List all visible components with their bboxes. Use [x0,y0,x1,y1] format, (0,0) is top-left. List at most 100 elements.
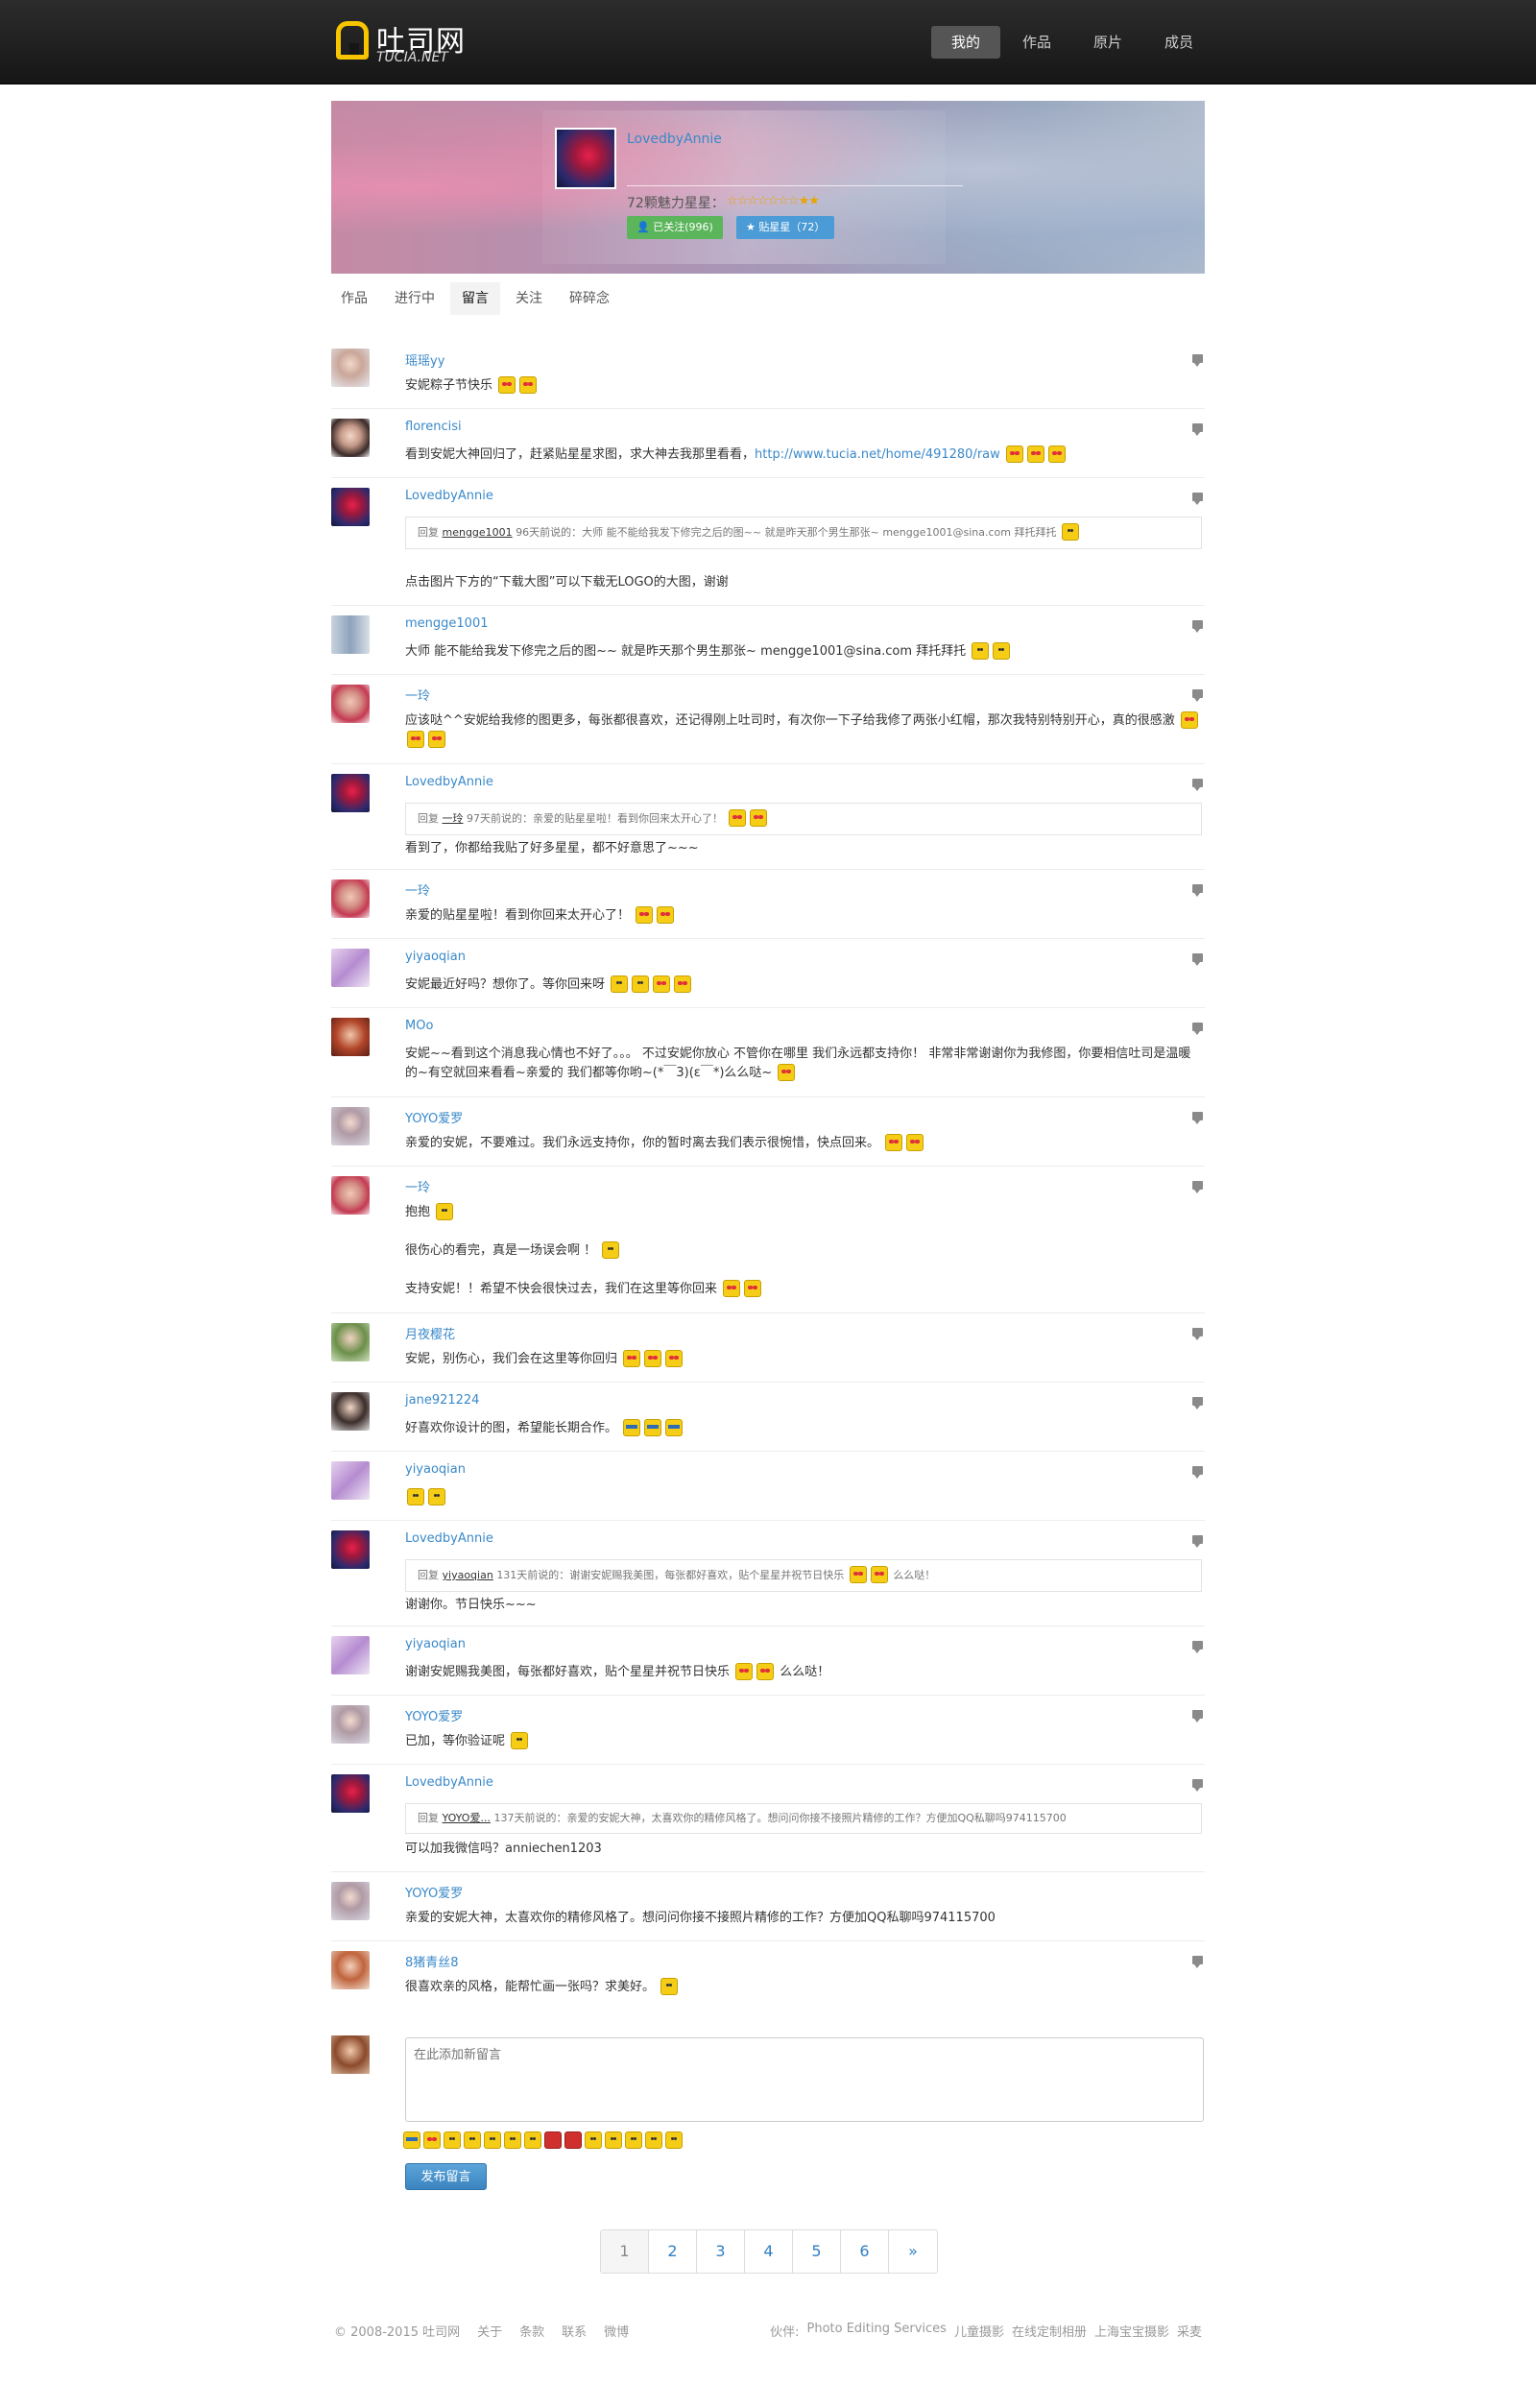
profile-name[interactable]: LovedbyAnnie [627,132,722,147]
footer-link-terms[interactable]: 条款 [519,2322,544,2340]
comment-author[interactable]: LovedbyAnnie [405,775,493,789]
partner-link[interactable]: 采麦 [1177,2322,1202,2340]
comment-author[interactable]: 瑶瑶yy [405,350,444,369]
partner-link[interactable]: 上海宝宝摄影 [1094,2322,1169,2340]
avatar[interactable] [331,488,370,526]
hug-emoji-icon[interactable] [524,2131,541,2149]
comment-author[interactable]: LovedbyAnnie [405,489,493,503]
reply-icon[interactable] [1192,953,1203,966]
avatar[interactable] [331,1530,370,1569]
cool-emoji-icon[interactable] [403,2131,420,2149]
avatar[interactable] [331,685,370,723]
reply-icon[interactable] [1192,689,1203,702]
reply-icon[interactable] [1192,779,1203,791]
next-page-button[interactable]: » [889,2230,937,2273]
avatar[interactable] [331,1392,370,1431]
reply-icon[interactable] [1192,884,1203,897]
reply-icon[interactable] [1192,1535,1203,1548]
comment-author[interactable]: LovedbyAnnie [405,1775,493,1790]
partner-link[interactable]: 儿童摄影 [954,2322,1004,2340]
partner-link[interactable]: Photo Editing Services [806,2322,946,2340]
reply-icon[interactable] [1192,423,1203,436]
avatar[interactable] [331,774,370,812]
reply-icon[interactable] [1192,1641,1203,1653]
comment-author[interactable]: jane921224 [405,1393,479,1408]
quote-user-link[interactable]: yiyaoqian [443,1569,493,1581]
comment-author[interactable]: 月夜樱花 [405,1324,455,1342]
avatar[interactable] [331,1636,370,1674]
comment-author[interactable]: MOo [405,1019,433,1033]
broken-heart-icon[interactable] [564,2131,582,2149]
avatar[interactable] [331,949,370,987]
footer-link-contact[interactable]: 联系 [562,2322,587,2340]
nav-item-mine[interactable]: 我的 [931,26,1000,59]
comment-author[interactable]: 一玲 [405,1177,430,1195]
avatar[interactable] [331,1951,370,1989]
tab-murmurs[interactable]: 碎碎念 [558,282,621,315]
comment-author[interactable]: yiyaoqian [405,1462,466,1477]
avatar[interactable] [331,615,370,654]
tab-following[interactable]: 关注 [504,282,554,315]
nav-item-works[interactable]: 作品 [1002,26,1071,59]
give-star-button[interactable]: ★ 贴星星（72） [736,216,835,239]
avatar[interactable] [331,879,370,918]
shock-emoji-icon[interactable] [444,2131,461,2149]
angry-emoji-icon[interactable] [585,2131,602,2149]
quote-user-link[interactable]: 一玲 [443,812,464,825]
tab-works[interactable]: 作品 [331,282,379,315]
quote-user-link[interactable]: YOYO爱... [443,1812,491,1824]
comment-author[interactable]: yiyaoqian [405,1637,466,1651]
avatar[interactable] [331,1018,370,1056]
avatar[interactable] [331,1323,370,1361]
submit-message-button[interactable]: 发布留言 [405,2163,487,2190]
avatar[interactable] [331,1882,370,1920]
love-emoji-icon[interactable] [423,2131,441,2149]
nav-item-originals[interactable]: 原片 [1073,26,1142,59]
grin-emoji-icon[interactable] [645,2131,662,2149]
footer-link-about[interactable]: 关于 [477,2322,502,2340]
site-logo[interactable]: 吐司网 TUCIA.NET [336,17,480,67]
comment-author[interactable]: mengge1001 [405,616,489,631]
quote-user-link[interactable]: mengge1001 [443,526,513,539]
reply-icon[interactable] [1192,1710,1203,1722]
reply-icon[interactable] [1192,1466,1203,1479]
page-6[interactable]: 6 [841,2230,889,2273]
profile-avatar[interactable] [555,128,616,189]
comment-link[interactable]: http://www.tucia.net/home/491280/raw [755,447,1000,462]
comment-author[interactable]: 一玲 [405,880,430,899]
page-2[interactable]: 2 [649,2230,697,2273]
reply-icon[interactable] [1192,1181,1203,1193]
avatar[interactable] [331,1774,370,1813]
reply-icon[interactable] [1192,493,1203,505]
tab-messages[interactable]: 留言 [450,282,500,315]
comment-author[interactable]: YOYO爱罗 [405,1883,463,1901]
tab-in-progress[interactable]: 进行中 [383,282,446,315]
reply-icon[interactable] [1192,354,1203,367]
worried-emoji-icon[interactable] [605,2131,622,2149]
page-4[interactable]: 4 [745,2230,793,2273]
reply-icon[interactable] [1192,620,1203,633]
reply-icon[interactable] [1192,1956,1203,1968]
reply-icon[interactable] [1192,1112,1203,1124]
partner-link[interactable]: 在线定制相册 [1012,2322,1087,2340]
comment-author[interactable]: florencisi [405,420,462,434]
follow-button[interactable]: 👤 已关注(996) [627,216,723,239]
page-3[interactable]: 3 [697,2230,745,2273]
avatar[interactable] [331,1461,370,1500]
page-1[interactable]: 1 [601,2230,649,2273]
avatar[interactable] [331,349,370,387]
smile-emoji-icon[interactable] [484,2131,501,2149]
avatar[interactable] [331,419,370,457]
reply-icon[interactable] [1192,1779,1203,1792]
current-user-avatar[interactable] [331,2035,370,2074]
footer-link-weibo[interactable]: 微博 [604,2322,629,2340]
comment-author[interactable]: 一玲 [405,686,430,704]
page-5[interactable]: 5 [793,2230,841,2273]
avatar[interactable] [331,1705,370,1744]
comment-author[interactable]: LovedbyAnnie [405,1531,493,1546]
devil-emoji-icon[interactable] [544,2131,562,2149]
sad-emoji-icon[interactable] [464,2131,481,2149]
reply-icon[interactable] [1192,1397,1203,1409]
nav-item-members[interactable]: 成员 [1144,26,1213,59]
reply-icon[interactable] [1192,1328,1203,1340]
